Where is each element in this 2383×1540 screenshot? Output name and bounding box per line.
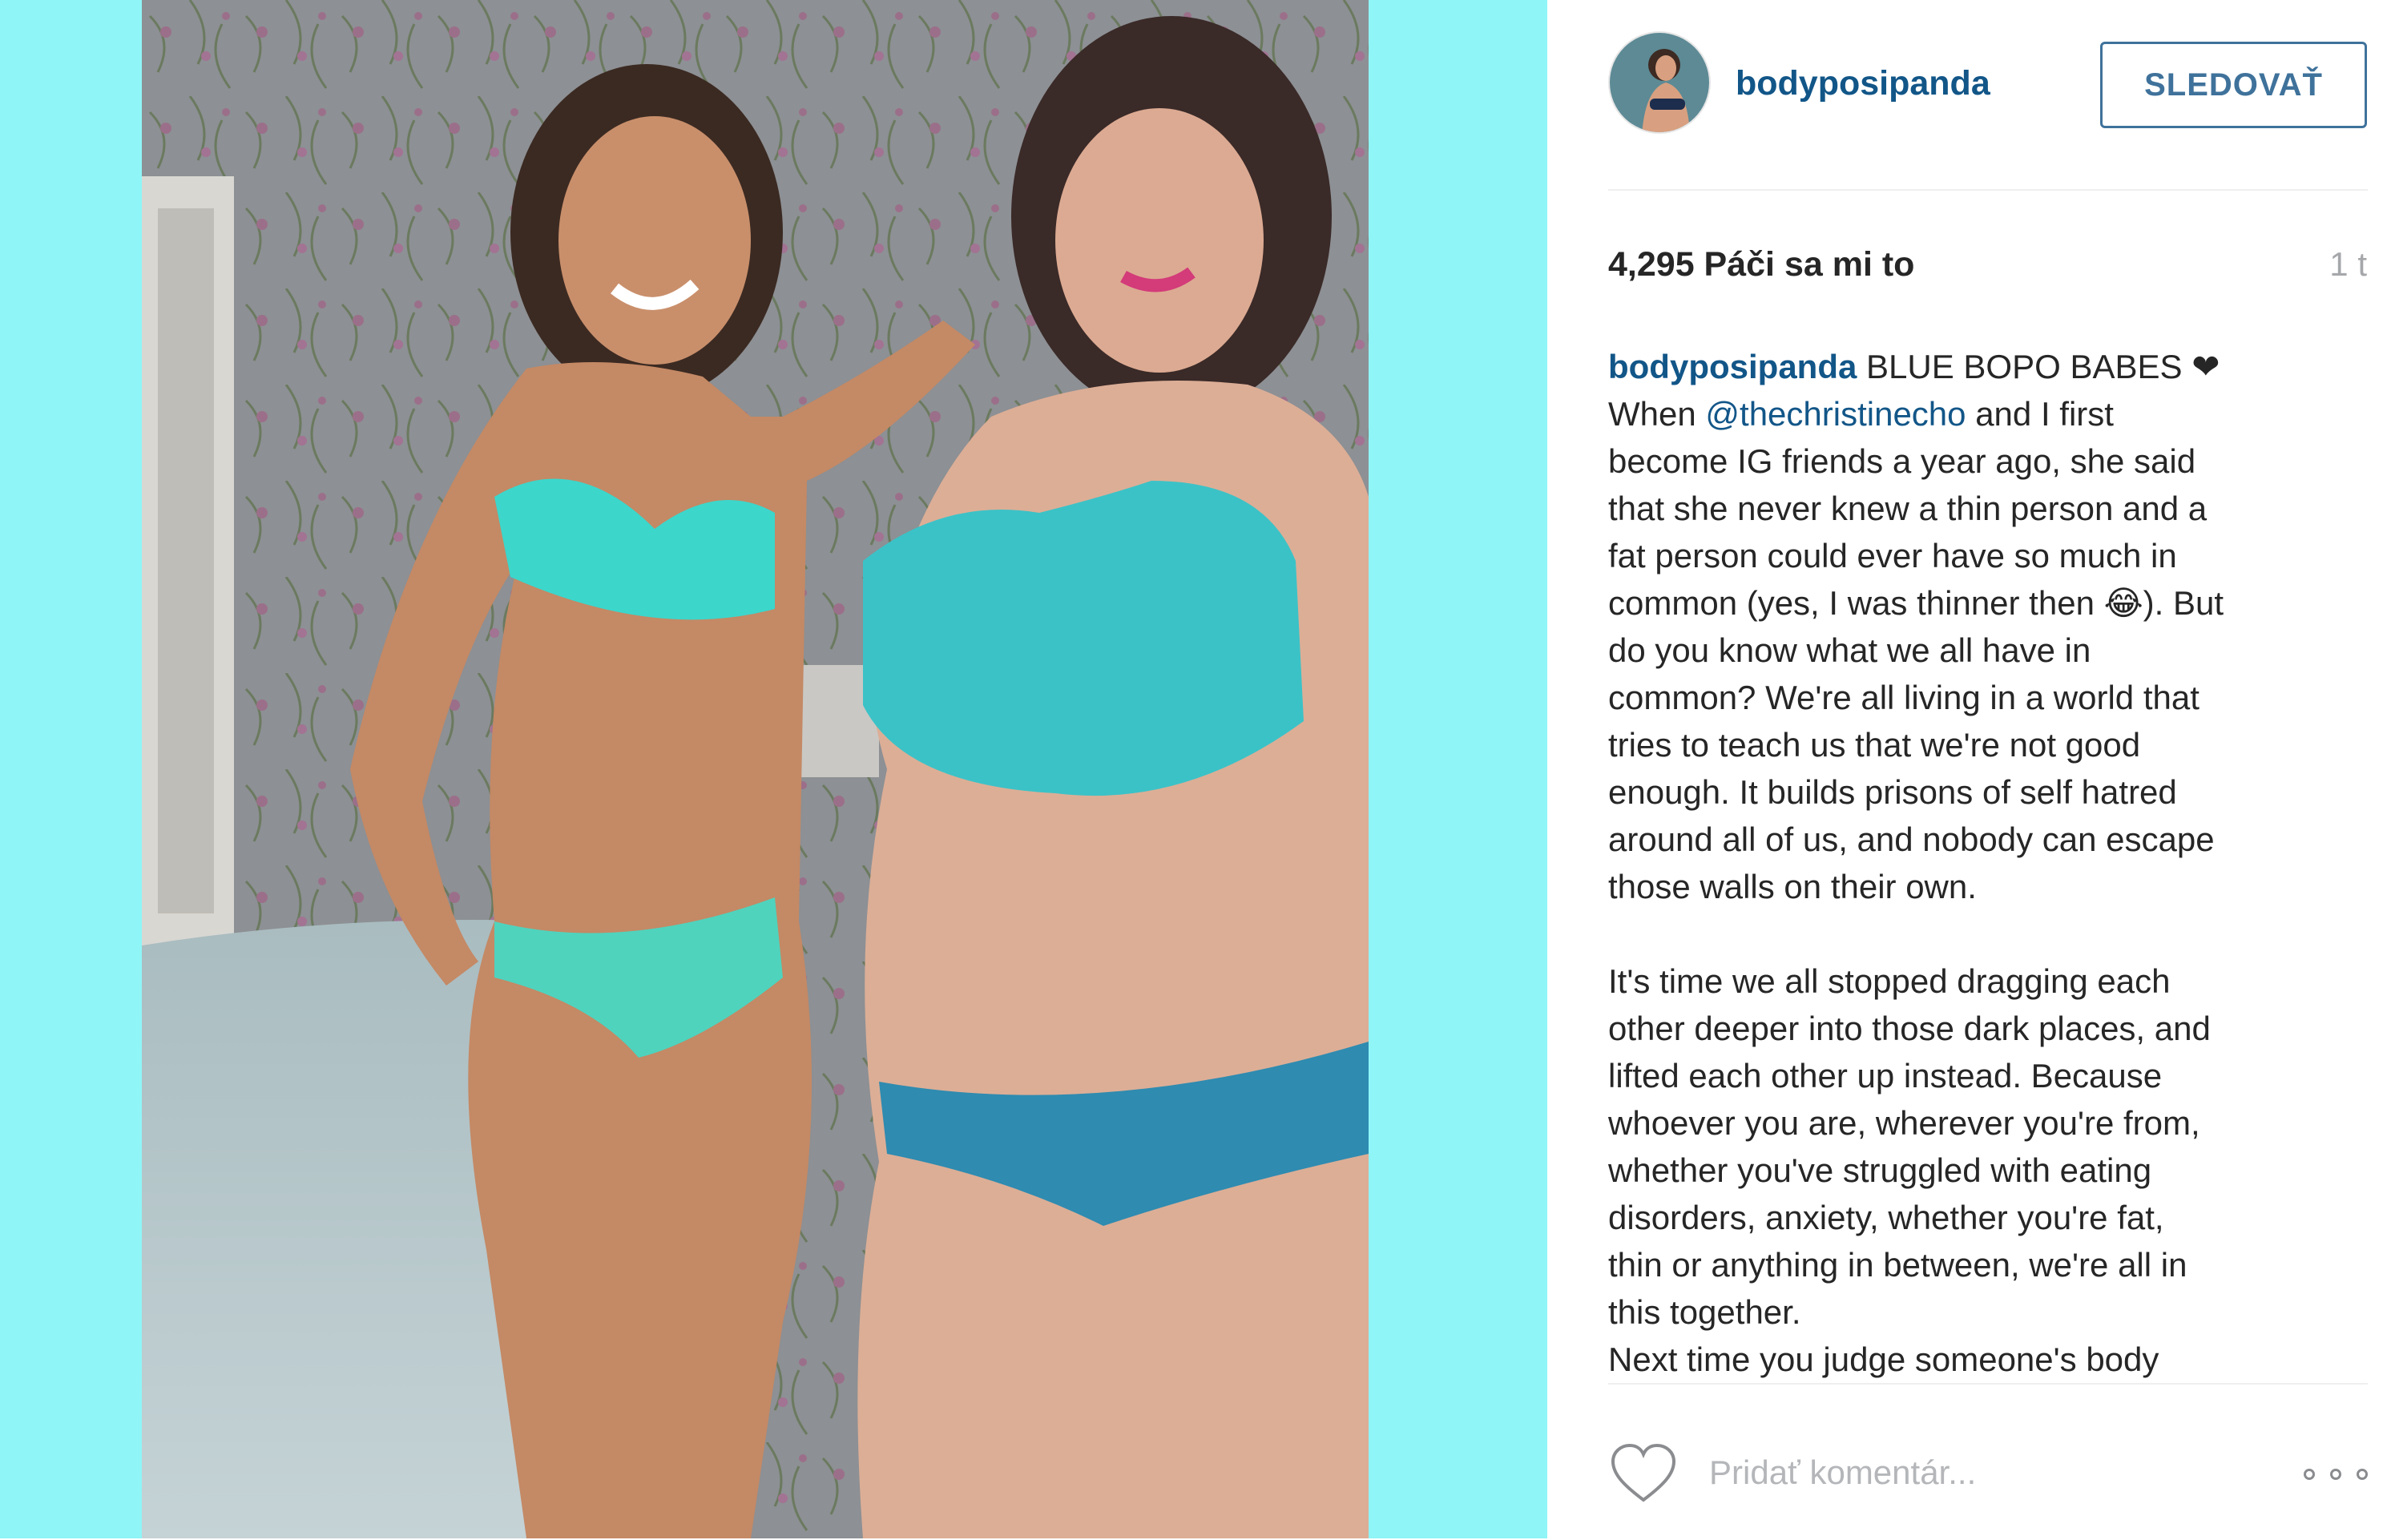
follow-button[interactable]: SLEDOVAŤ [2100, 42, 2367, 128]
media-area [0, 0, 1547, 1538]
comment-input[interactable] [1709, 1447, 2286, 1498]
profile-avatar[interactable] [1608, 31, 1711, 134]
more-options-icon[interactable] [2304, 1465, 2368, 1484]
post-photo[interactable] [142, 0, 1369, 1538]
post-username-link[interactable]: bodyposipanda [1736, 64, 1990, 103]
post-timestamp[interactable]: 1 t [2329, 245, 2367, 284]
caption-mention-link[interactable]: @thechristinecho [1705, 395, 1966, 433]
caption-first-line: bodyposipanda BLUE BOPO BABES ❤ [1608, 343, 2329, 390]
caption-line-pre: When [1608, 395, 1706, 433]
post-photo-illustration [142, 0, 1369, 1538]
caption-title: BLUE BOPO BABES ❤ [1866, 348, 2220, 385]
likes-count[interactable]: 4,295 Páči sa mi to [1608, 245, 1914, 284]
comment-bar [1608, 1383, 2368, 1540]
dot [2304, 1469, 2315, 1480]
caption-second-line: When @thechristinecho and I first [1608, 390, 2329, 437]
caption-username-link[interactable]: bodyposipanda [1608, 348, 1857, 385]
avatar-image [1610, 33, 1709, 132]
post-caption: bodyposipanda BLUE BOPO BABES ❤ When @th… [1608, 343, 2329, 1383]
caption-line-post: and I first [1966, 395, 2114, 433]
heart-outline-icon[interactable] [1608, 1441, 1679, 1505]
caption-paragraph-1: become IG friends a year ago, she said t… [1608, 442, 2224, 905]
dot [2357, 1469, 2368, 1480]
dot [2330, 1469, 2341, 1480]
post-details-panel: bodyposipanda SLEDOVAŤ 4,295 Páči sa mi … [1547, 0, 2383, 1538]
caption-paragraph-2: It's time we all stopped dragging each o… [1608, 962, 2211, 1378]
